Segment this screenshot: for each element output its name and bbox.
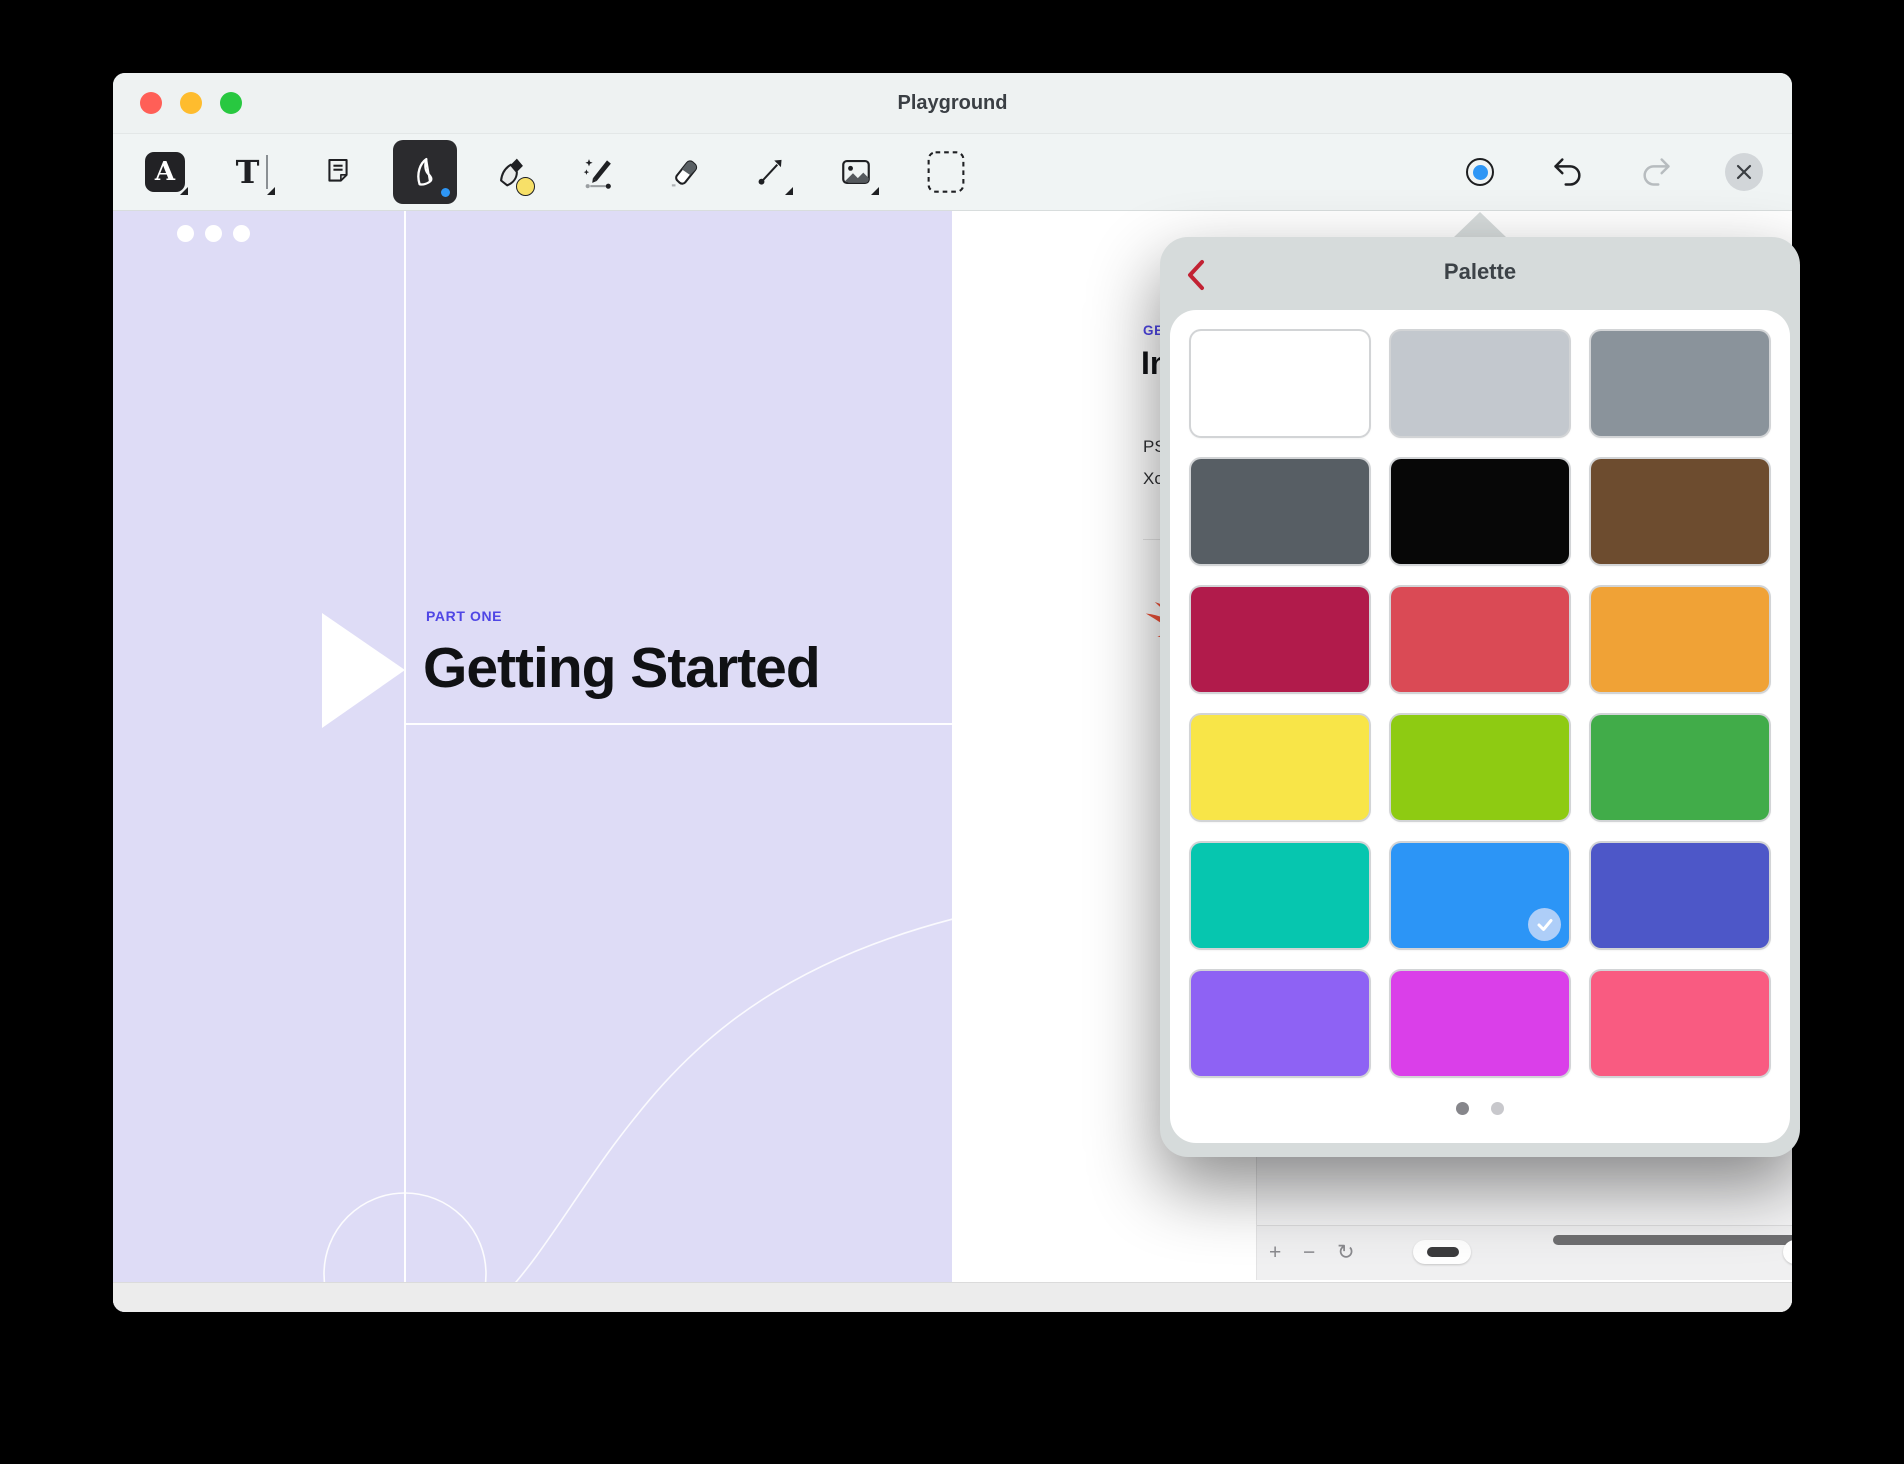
page-indicator-pill[interactable]	[1413, 1240, 1471, 1264]
close-annotation-button[interactable]	[1717, 145, 1771, 199]
popover-header: Palette	[1160, 237, 1800, 310]
palette-panel	[1170, 310, 1790, 1143]
palette-swatch-red[interactable]	[1391, 587, 1569, 692]
redo-icon	[1639, 156, 1673, 188]
current-color-dot	[1473, 165, 1488, 180]
palette-swatch-orange[interactable]	[1591, 587, 1769, 692]
palette-swatch-light-gray[interactable]	[1391, 331, 1569, 436]
palette-swatch-blue[interactable]	[1391, 843, 1569, 948]
palette-swatch-brown[interactable]	[1591, 459, 1769, 564]
note-tool-button[interactable]	[311, 145, 365, 199]
palette-swatch-indigo[interactable]	[1591, 843, 1769, 948]
palette-swatch-yellow[interactable]	[1191, 715, 1369, 820]
redo-button[interactable]	[1629, 145, 1683, 199]
titlebar: Playground	[113, 73, 1792, 134]
font-style-tool-button[interactable]: A	[138, 145, 192, 199]
palette-swatch-white[interactable]	[1191, 331, 1369, 436]
palette-page-dot-2[interactable]	[1491, 1102, 1504, 1115]
palette-swatch-lime[interactable]	[1391, 715, 1569, 820]
selection-tool-button[interactable]	[919, 145, 973, 199]
page-deco-graphics	[113, 211, 952, 1312]
palette-popover: Palette	[1160, 237, 1800, 1157]
arrow-line-tool-button[interactable]	[743, 145, 797, 199]
chapter-title: Getting Started	[423, 635, 820, 701]
horizontal-scrollbar[interactable]	[1553, 1235, 1792, 1245]
palette-page-dot-1[interactable]	[1456, 1102, 1469, 1115]
undo-button[interactable]	[1541, 145, 1595, 199]
panel-bottom-bar: + − ↻	[1257, 1225, 1792, 1280]
swatch-grid	[1191, 331, 1769, 1076]
annotation-toolbar: A T	[113, 134, 1792, 211]
part-one-label: PART ONE	[426, 608, 502, 624]
eraser-icon	[667, 155, 701, 189]
popover-arrow	[1453, 212, 1507, 238]
page-indicator-bar	[1427, 1247, 1459, 1257]
popover-title: Palette	[1160, 237, 1800, 303]
undo-icon	[1551, 156, 1585, 188]
palette-swatch-pink[interactable]	[1591, 971, 1769, 1076]
palette-swatch-black[interactable]	[1391, 459, 1569, 564]
reload-button[interactable]: ↻	[1337, 1240, 1355, 1266]
image-tool-button[interactable]	[829, 145, 883, 199]
palette-swatch-dark-gray[interactable]	[1191, 459, 1369, 564]
font-style-icon: A	[145, 152, 185, 192]
window-title: Playground	[113, 73, 1792, 133]
palette-swatch-teal[interactable]	[1191, 843, 1369, 948]
text-cursor-icon	[266, 155, 268, 189]
note-icon	[322, 156, 354, 188]
text-tool-icon: T	[236, 153, 260, 191]
palette-swatch-crimson[interactable]	[1191, 587, 1369, 692]
window-bottom-strip	[113, 1282, 1792, 1312]
selected-check-icon	[1528, 908, 1561, 941]
ink-pen-icon	[406, 153, 444, 191]
color-indicator-button[interactable]	[1453, 145, 1507, 199]
color-ring-icon	[1466, 158, 1494, 186]
eraser-tool-button[interactable]	[657, 145, 711, 199]
screen: Playground A T	[0, 0, 1904, 1464]
pdf-page-left[interactable]: PART ONE Getting Started	[113, 211, 952, 1312]
magic-ink-tool-button[interactable]	[571, 145, 625, 199]
highlighter-color-dot	[516, 177, 535, 196]
zoom-out-button[interactable]: −	[1303, 1240, 1315, 1266]
palette-page-dots	[1170, 1102, 1790, 1115]
palette-swatch-gray[interactable]	[1591, 331, 1769, 436]
palette-swatch-magenta[interactable]	[1391, 971, 1569, 1076]
image-icon	[839, 155, 873, 189]
zoom-in-button[interactable]: +	[1269, 1240, 1281, 1266]
ink-pen-tool-button[interactable]	[393, 140, 457, 204]
close-x-icon	[1735, 163, 1753, 181]
highlighter-tool-button[interactable]	[485, 145, 539, 199]
palette-swatch-purple[interactable]	[1191, 971, 1369, 1076]
selection-marquee-icon	[926, 150, 966, 194]
palette-swatch-green[interactable]	[1591, 715, 1769, 820]
close-circle	[1725, 153, 1763, 191]
magic-ink-icon	[580, 154, 616, 190]
ink-color-dot	[441, 188, 450, 197]
text-tool-button[interactable]: T	[225, 145, 279, 199]
arrow-line-icon	[753, 155, 787, 189]
